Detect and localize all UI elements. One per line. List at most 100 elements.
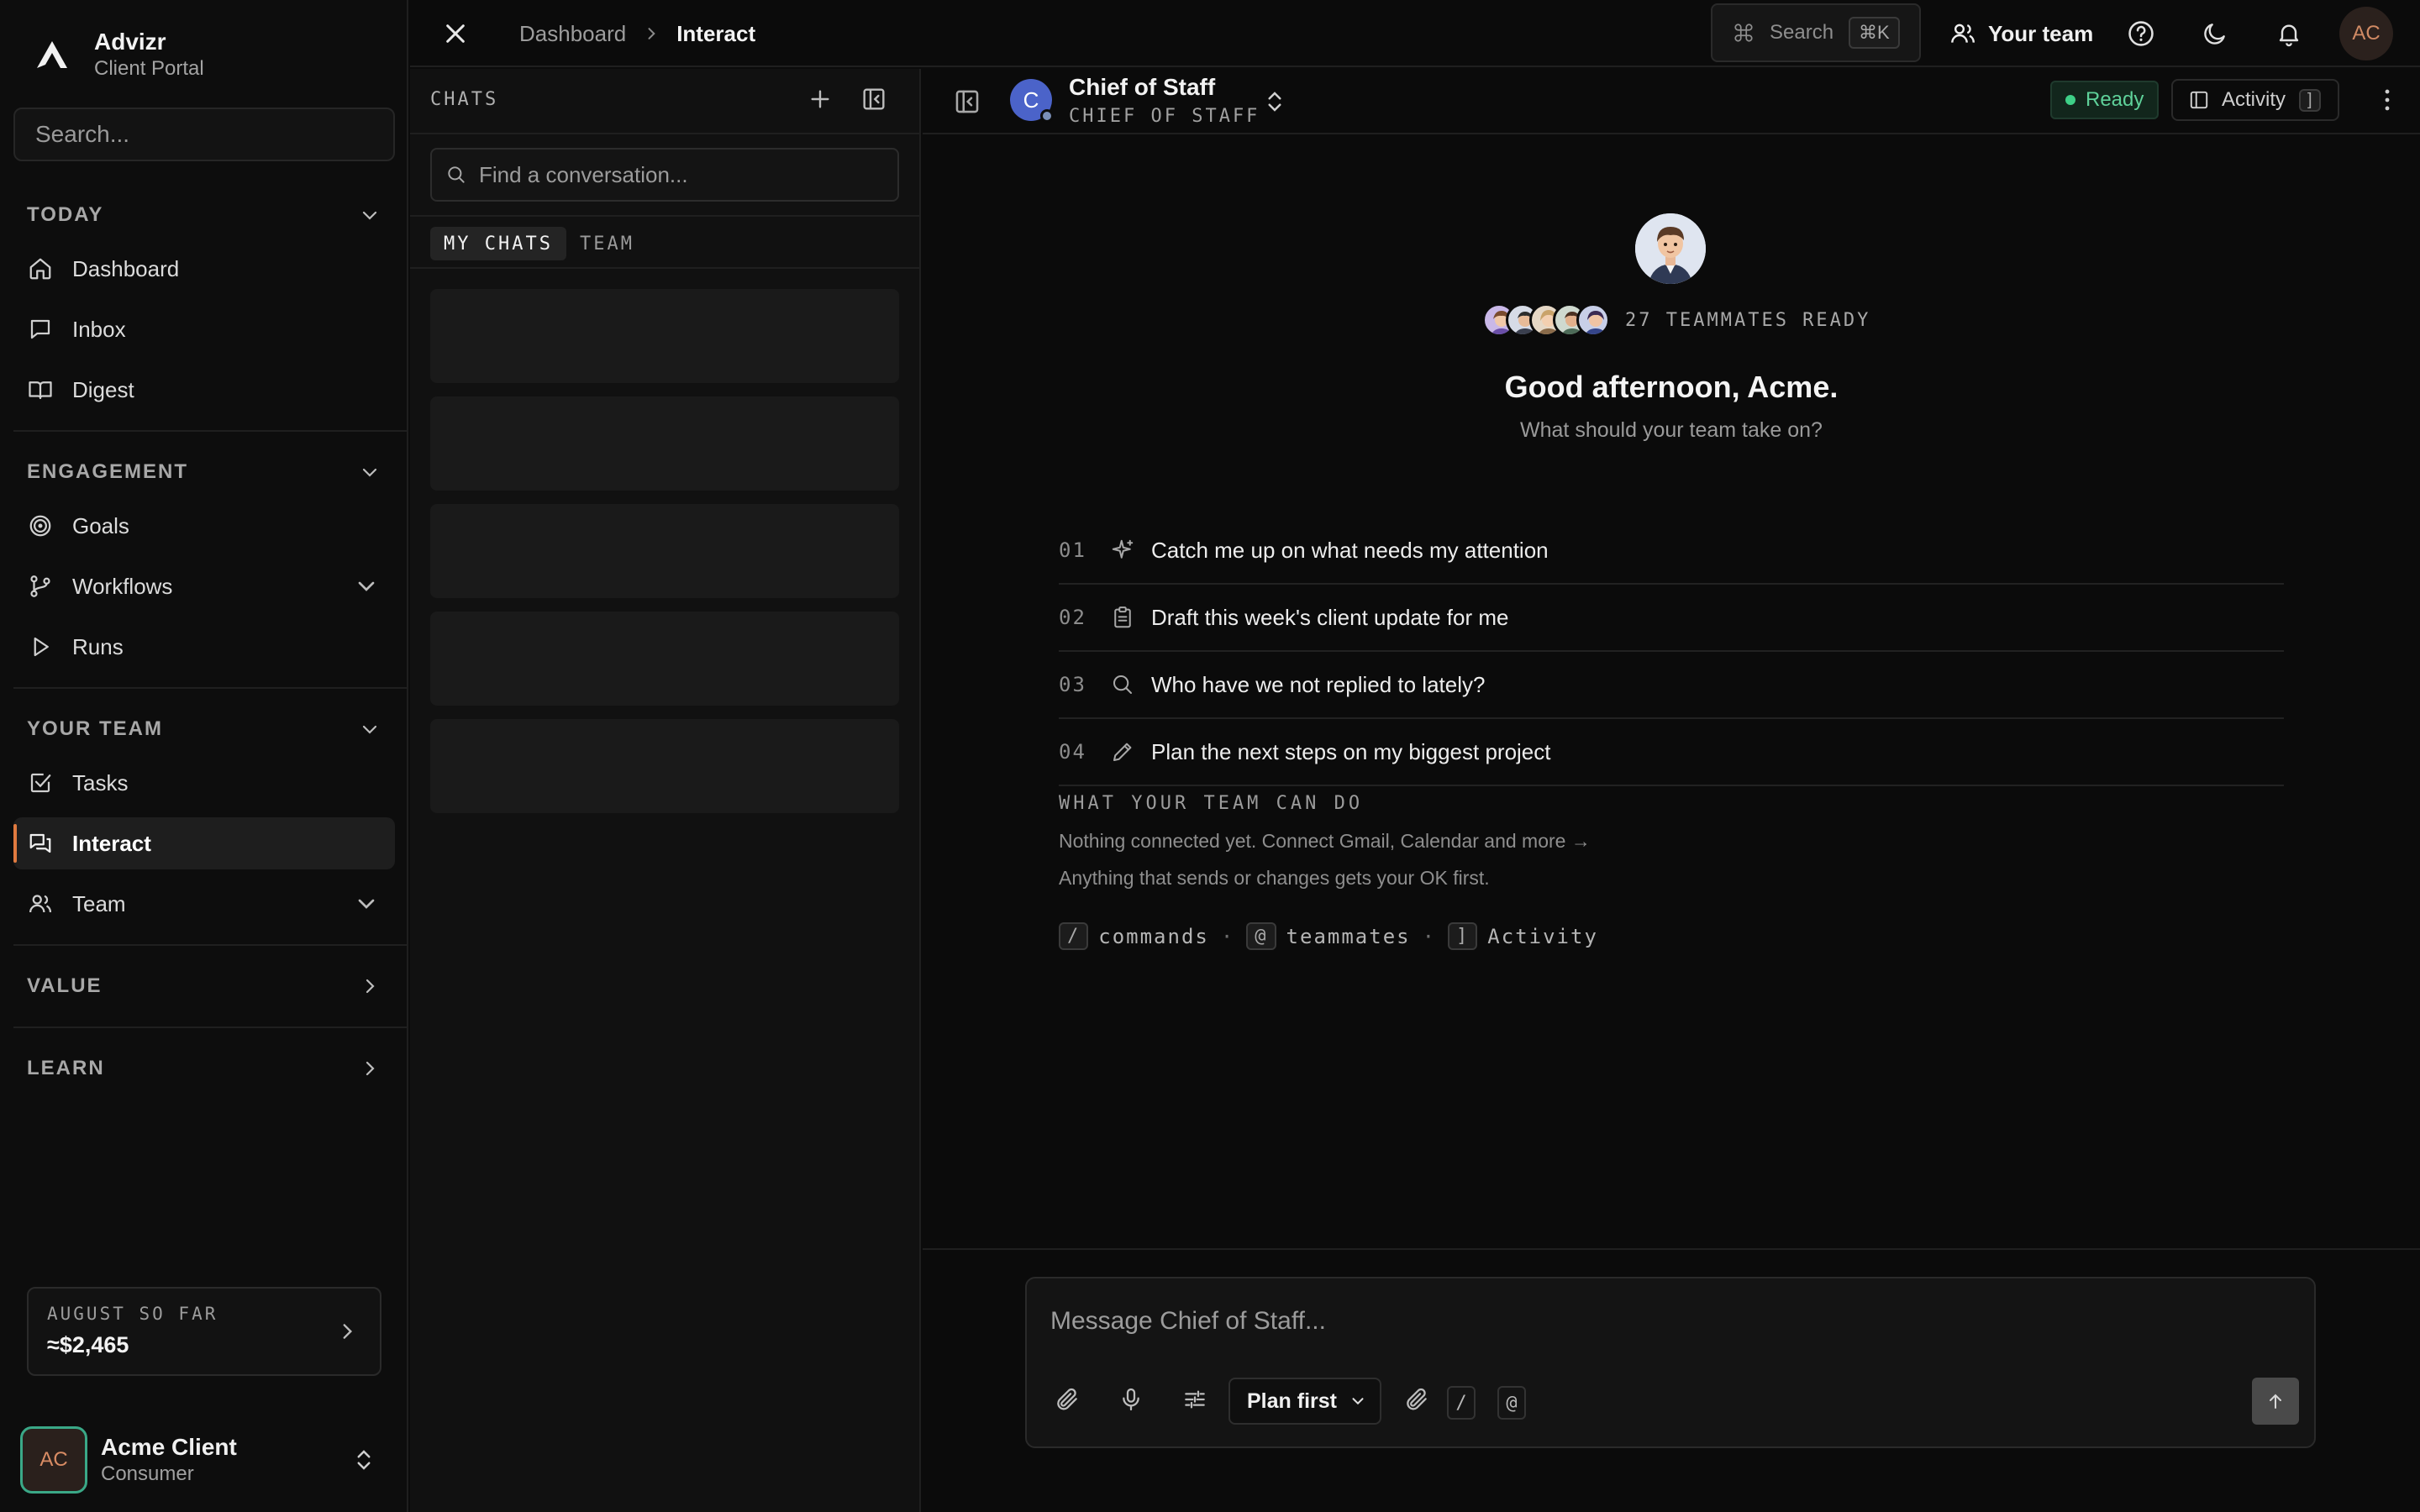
- notifications-button[interactable]: [2272, 17, 2306, 50]
- messages-icon: [27, 830, 54, 857]
- attach-file-button[interactable]: [1400, 1383, 1434, 1416]
- teammate-avatars: 27 TEAMMATES READY: [1482, 301, 1870, 339]
- section-title-your-team: YOUR TEAM: [27, 717, 163, 740]
- suggestion-item[interactable]: 02 Draft this week's client update for m…: [1059, 585, 2284, 652]
- avatar: AC: [20, 1426, 87, 1494]
- sidebar-item-goals[interactable]: Goals: [13, 500, 395, 552]
- sidebar-item-dashboard[interactable]: Dashboard: [13, 243, 395, 295]
- sidebar-item-inbox[interactable]: Inbox: [13, 303, 395, 355]
- panel-collapse-icon[interactable]: [860, 86, 887, 113]
- help-button[interactable]: [2124, 17, 2158, 50]
- connect-integrations-link[interactable]: Nothing connected yet. Connect Gmail, Ca…: [1059, 830, 1591, 853]
- user-name: Acme Client: [101, 1434, 237, 1460]
- status-text: Ready: [2086, 88, 2144, 111]
- conversation-skeleton: [430, 719, 899, 813]
- plus-icon[interactable]: [807, 86, 834, 113]
- ready-dot: [2065, 95, 2075, 105]
- settings-button[interactable]: [1178, 1383, 1212, 1416]
- agent-header: C Chief of Staff CHIEF OF STAFF Ready Ac…: [923, 69, 2420, 134]
- status-badge: Ready: [2050, 81, 2160, 119]
- global-search-button[interactable]: Search ⌘K: [1711, 3, 1921, 62]
- help-circle-icon: [2128, 21, 2154, 46]
- user-menu[interactable]: AC Acme Client Consumer: [20, 1425, 390, 1495]
- sidebar-item-label: Tasks: [72, 769, 129, 795]
- conversation-search-input[interactable]: [479, 161, 882, 188]
- home-icon: [27, 255, 54, 282]
- divider: [410, 267, 919, 269]
- divider: [923, 1248, 2420, 1250]
- sidebar-item-workflows[interactable]: Workflows: [13, 560, 395, 612]
- month-earnings-card[interactable]: AUGUST SO FAR ≈$2,465: [27, 1287, 381, 1376]
- sidebar-item-runs[interactable]: Runs: [13, 621, 395, 673]
- teammates-ready: 27 TEAMMATES READY: [1625, 309, 1871, 331]
- section-your-team[interactable]: YOUR TEAM: [27, 712, 380, 746]
- section-learn[interactable]: LEARN: [27, 1052, 380, 1085]
- status-dot: [1040, 109, 1054, 123]
- activity-button[interactable]: Activity ]: [2171, 79, 2339, 121]
- slash-command-button[interactable]: /: [1447, 1386, 1476, 1420]
- more-vertical-icon[interactable]: [2373, 86, 2402, 114]
- suggestion-item[interactable]: 04 Plan the next steps on my biggest pro…: [1059, 719, 2284, 786]
- divider: [13, 1026, 408, 1028]
- search-shortcut: ⌘K: [1849, 17, 1900, 49]
- chevron-down-icon[interactable]: [353, 573, 380, 600]
- paperclip-icon: [1407, 1388, 1427, 1410]
- brand[interactable]: Advizr Client Portal: [27, 25, 204, 84]
- conversation-skeleton: [430, 504, 899, 598]
- mention-button[interactable]: @: [1497, 1386, 1526, 1420]
- suggestion-item[interactable]: 01 Catch me up on what needs my attentio…: [1059, 517, 2284, 585]
- sidebar-item-digest[interactable]: Digest: [13, 364, 395, 416]
- divider: [13, 430, 408, 432]
- conversation-skeleton: [430, 612, 899, 706]
- attach-button[interactable]: [1050, 1383, 1084, 1416]
- user-role: Consumer: [101, 1462, 194, 1485]
- conversation-skeleton: [430, 396, 899, 491]
- sidebar-item-label: Runs: [72, 633, 124, 659]
- month-label: AUGUST SO FAR: [47, 1304, 218, 1324]
- search-icon: [448, 166, 465, 183]
- theme-toggle-button[interactable]: [2198, 17, 2232, 50]
- your-team-button[interactable]: Your team: [1949, 0, 2093, 67]
- conversation-area: C Chief of Staff CHIEF OF STAFF Ready Ac…: [923, 69, 2420, 1512]
- command-icon: [1734, 24, 1753, 42]
- tab-my-chats[interactable]: MY CHATS: [430, 227, 566, 260]
- message-composer: Plan first / @: [1025, 1277, 2316, 1448]
- sidebar-toggle-icon[interactable]: [953, 87, 981, 116]
- play-icon: [27, 633, 54, 660]
- conversation-search: [430, 148, 899, 202]
- bell-icon: [2279, 24, 2299, 47]
- sidebar-search-input[interactable]: [35, 121, 373, 148]
- close-icon[interactable]: [442, 20, 469, 47]
- message-input[interactable]: [1050, 1307, 2294, 1349]
- section-title-learn: LEARN: [27, 1057, 105, 1079]
- chevrons-up-down-icon[interactable]: [1262, 87, 1287, 116]
- divider: [13, 687, 408, 689]
- avatar[interactable]: AC: [2339, 7, 2393, 60]
- section-engagement[interactable]: ENGAGEMENT: [27, 455, 380, 489]
- moon-icon: [2204, 24, 2225, 45]
- sidebar-item-label: Team: [72, 890, 126, 916]
- tab-team[interactable]: TEAM: [566, 227, 648, 260]
- book-open-icon: [27, 376, 54, 403]
- voice-button[interactable]: [1114, 1383, 1148, 1416]
- sidebar-item-team[interactable]: Team: [13, 878, 395, 930]
- activity-hint: Activity: [1487, 924, 1598, 948]
- suggestion-number: 04: [1059, 740, 1086, 764]
- breadcrumb-dashboard[interactable]: Dashboard: [519, 21, 626, 47]
- approval-note: Anything that sends or changes gets your…: [1059, 867, 1490, 889]
- section-value[interactable]: VALUE: [27, 969, 380, 1003]
- mode-label: Plan first: [1247, 1389, 1337, 1413]
- sidebar-item-interact[interactable]: Interact: [13, 817, 395, 869]
- mode-select[interactable]: Plan first: [1228, 1378, 1381, 1425]
- suggestion-number: 01: [1059, 538, 1086, 562]
- sidebar-search: [13, 108, 395, 161]
- suggestion-item[interactable]: 03 Who have we not replied to lately?: [1059, 652, 2284, 719]
- search-icon: [1107, 669, 1138, 700]
- send-button[interactable]: [2252, 1378, 2299, 1425]
- commands-hint: commands: [1098, 924, 1209, 948]
- arrow-up-icon: [2270, 1394, 2281, 1409]
- sidebar-item-tasks[interactable]: Tasks: [13, 757, 395, 809]
- activity-key: ]: [1448, 922, 1478, 950]
- chevron-down-icon[interactable]: [353, 890, 380, 917]
- section-today[interactable]: TODAY: [27, 198, 380, 232]
